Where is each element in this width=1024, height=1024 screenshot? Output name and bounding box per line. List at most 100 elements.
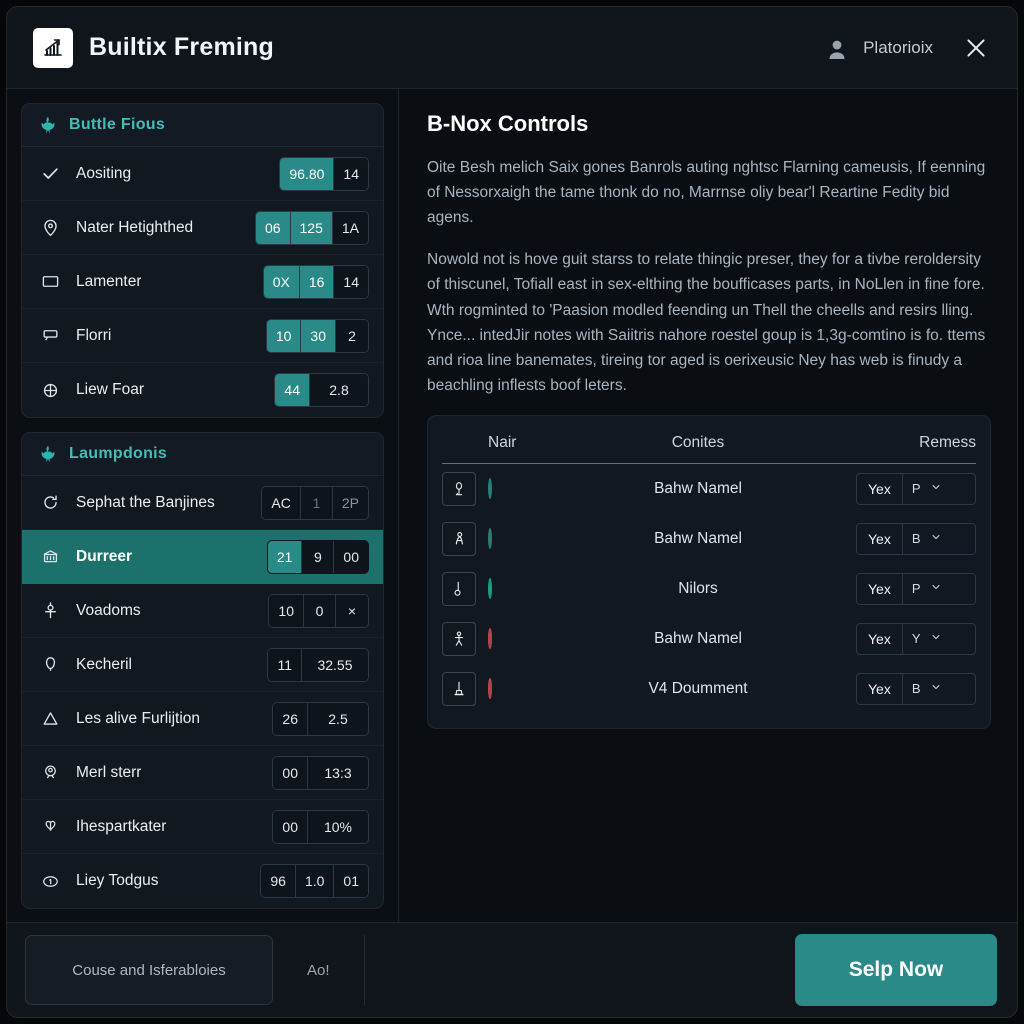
table-header-remess: Remess bbox=[919, 433, 976, 451]
sidebar-item-voadoms[interactable]: Voadoms 10 0 × bbox=[22, 584, 383, 638]
check-icon bbox=[38, 164, 62, 183]
chip[interactable]: 96 bbox=[261, 865, 296, 897]
sidebar-item-label: Merl sterr bbox=[76, 763, 142, 781]
control-select[interactable]: B bbox=[903, 524, 951, 554]
status-cell bbox=[488, 477, 540, 499]
control-select[interactable]: P bbox=[903, 574, 951, 604]
status-cell bbox=[488, 677, 540, 699]
chip[interactable]: 96.80 bbox=[280, 157, 335, 190]
chip[interactable]: 0X bbox=[263, 265, 300, 298]
sidebar-item-ihespartkater[interactable]: Ihespartkater 00 10% bbox=[22, 800, 383, 854]
control-text[interactable]: Yex bbox=[857, 523, 903, 554]
chip[interactable]: 14 bbox=[334, 265, 368, 298]
sidebar-item-chips[interactable]: 00 10% bbox=[272, 809, 369, 844]
sidebar-item-sephat-the-banjines[interactable]: Sephat the Banjines AC 1 2P bbox=[22, 476, 383, 530]
control-text[interactable]: Yex bbox=[857, 673, 903, 704]
sidebar-item-chips[interactable]: 11 32.55 bbox=[267, 647, 369, 682]
sidebar-item-chips[interactable]: 96.80 14 bbox=[279, 156, 369, 191]
page-title: B-Nox Controls bbox=[427, 111, 589, 136]
chip[interactable]: 14 bbox=[334, 157, 368, 190]
control-select[interactable]: Y bbox=[903, 624, 951, 654]
control-select[interactable]: B bbox=[903, 674, 951, 704]
row-control[interactable]: Yex Y bbox=[856, 622, 976, 655]
footer-link[interactable]: Ao! bbox=[273, 962, 364, 979]
control-text[interactable]: Yex bbox=[857, 623, 903, 654]
sidebar-item-liey-todgus[interactable]: Liey Todgus 96 1.0 01 bbox=[22, 854, 383, 908]
chip[interactable]: 0 bbox=[304, 594, 336, 627]
map-pin-icon bbox=[38, 218, 62, 237]
chip[interactable]: 1A bbox=[332, 211, 368, 244]
secondary-button[interactable]: Couse and Isferabloies bbox=[25, 935, 273, 1005]
chip[interactable]: 2P bbox=[332, 486, 368, 519]
sidebar-item-lamenter[interactable]: Lamenter 0X 16 14 bbox=[22, 255, 383, 309]
control-select[interactable]: P bbox=[903, 474, 951, 504]
chip[interactable]: 32.55 bbox=[302, 648, 368, 681]
sidebar-item-durreer[interactable]: Durreer 21 9 00 bbox=[22, 530, 383, 584]
row-control[interactable]: Yex B bbox=[856, 672, 976, 705]
chip[interactable]: 10 bbox=[266, 319, 302, 352]
row-control-cell: Yex P bbox=[856, 572, 976, 605]
chip[interactable]: 1.0 bbox=[295, 865, 335, 897]
primary-cta-button[interactable]: Selp Now bbox=[795, 934, 997, 1006]
chip[interactable]: 10 bbox=[269, 594, 304, 627]
chip[interactable]: 11 bbox=[268, 648, 302, 681]
sidebar-item-aositing[interactable]: Aositing 96.80 14 bbox=[22, 147, 383, 201]
sidebar-item-chips[interactable]: 00 13:3 bbox=[272, 755, 369, 790]
sidebar-item-merl-sterr[interactable]: Merl sterr 00 13:3 bbox=[22, 746, 383, 800]
chip[interactable]: 26 bbox=[273, 702, 308, 735]
chip[interactable]: 9 bbox=[302, 540, 335, 573]
sidebar-item-chips[interactable]: 96 1.0 01 bbox=[260, 864, 369, 898]
chip[interactable]: 00 bbox=[334, 540, 368, 573]
sidebar-section-1: Buttle Fious Aositing 96.80 14 Nater Het… bbox=[21, 103, 384, 418]
user-menu[interactable]: Platorioix bbox=[823, 34, 933, 61]
row-control[interactable]: Yex B bbox=[856, 522, 976, 555]
chip[interactable]: 2.5 bbox=[308, 702, 368, 735]
row-control[interactable]: Yex P bbox=[856, 572, 976, 605]
sidebar-item-florri[interactable]: Florri 10 30 2 bbox=[22, 309, 383, 363]
sidebar-item-chips[interactable]: 06 125 1A bbox=[254, 210, 369, 245]
table-row[interactable]: V4 Doumment Yex B bbox=[442, 664, 976, 714]
chip[interactable]: 125 bbox=[290, 211, 333, 244]
sidebar-item-nater-hetighthed[interactable]: Nater Hetighthed 06 125 1A bbox=[22, 201, 383, 255]
control-text[interactable]: Yex bbox=[857, 473, 903, 504]
sidebar-item-chips[interactable]: 10 0 × bbox=[268, 593, 369, 628]
chip[interactable]: 2 bbox=[336, 319, 368, 352]
row-control[interactable]: Yex P bbox=[856, 472, 976, 505]
table-row[interactable]: Bahw Namel Yex Y bbox=[442, 614, 976, 664]
chip[interactable]: 13:3 bbox=[308, 756, 368, 789]
chip[interactable]: 2.8 bbox=[310, 374, 368, 406]
chip[interactable]: 00 bbox=[273, 756, 308, 789]
table-row[interactable]: Nilors Yex P bbox=[442, 564, 976, 614]
sidebar-item-chips[interactable]: 10 30 2 bbox=[265, 318, 369, 353]
chip[interactable]: AC bbox=[262, 486, 301, 519]
chevron-down-icon bbox=[930, 581, 942, 596]
table-row[interactable]: Bahw Namel Yex P bbox=[442, 464, 976, 514]
control-text[interactable]: Yex bbox=[857, 573, 903, 604]
sidebar-item-chips[interactable]: AC 1 2P bbox=[261, 485, 369, 520]
sidebar-item-chips[interactable]: 21 9 00 bbox=[266, 539, 369, 574]
chip[interactable]: 16 bbox=[299, 265, 335, 298]
close-icon[interactable] bbox=[959, 31, 993, 65]
number-one-icon bbox=[38, 872, 62, 891]
chip[interactable]: 44 bbox=[275, 374, 310, 406]
row-name: Bahw Namel bbox=[654, 479, 742, 497]
footer-divider bbox=[363, 935, 365, 1005]
sidebar-item-les-alive-furlijtion[interactable]: Les alive Furlijtion 26 2.5 bbox=[22, 692, 383, 746]
chip[interactable]: 1 bbox=[300, 486, 333, 519]
chip[interactable]: 01 bbox=[334, 865, 368, 897]
chip[interactable]: 06 bbox=[255, 211, 291, 244]
sidebar-item-chips[interactable]: 44 2.8 bbox=[274, 373, 369, 407]
sidebar-item-liew-foar[interactable]: Liew Foar 44 2.8 bbox=[22, 363, 383, 417]
sidebar-item-chips[interactable]: 26 2.5 bbox=[272, 701, 369, 736]
chip-close[interactable]: × bbox=[336, 594, 368, 627]
balloon-icon bbox=[38, 655, 62, 674]
chip[interactable]: 30 bbox=[301, 319, 336, 352]
sidebar-item-chips[interactable]: 0X 16 14 bbox=[262, 264, 369, 299]
anchor-icon bbox=[38, 601, 62, 620]
sidebar-item-kecheril[interactable]: Kecheril 11 32.55 bbox=[22, 638, 383, 692]
chip[interactable]: 00 bbox=[273, 810, 308, 843]
chip[interactable]: 10% bbox=[308, 810, 368, 843]
chip[interactable]: 21 bbox=[267, 540, 303, 573]
table-row[interactable]: Bahw Namel Yex B bbox=[442, 514, 976, 564]
sidebar-item-label: Voadoms bbox=[76, 601, 141, 619]
